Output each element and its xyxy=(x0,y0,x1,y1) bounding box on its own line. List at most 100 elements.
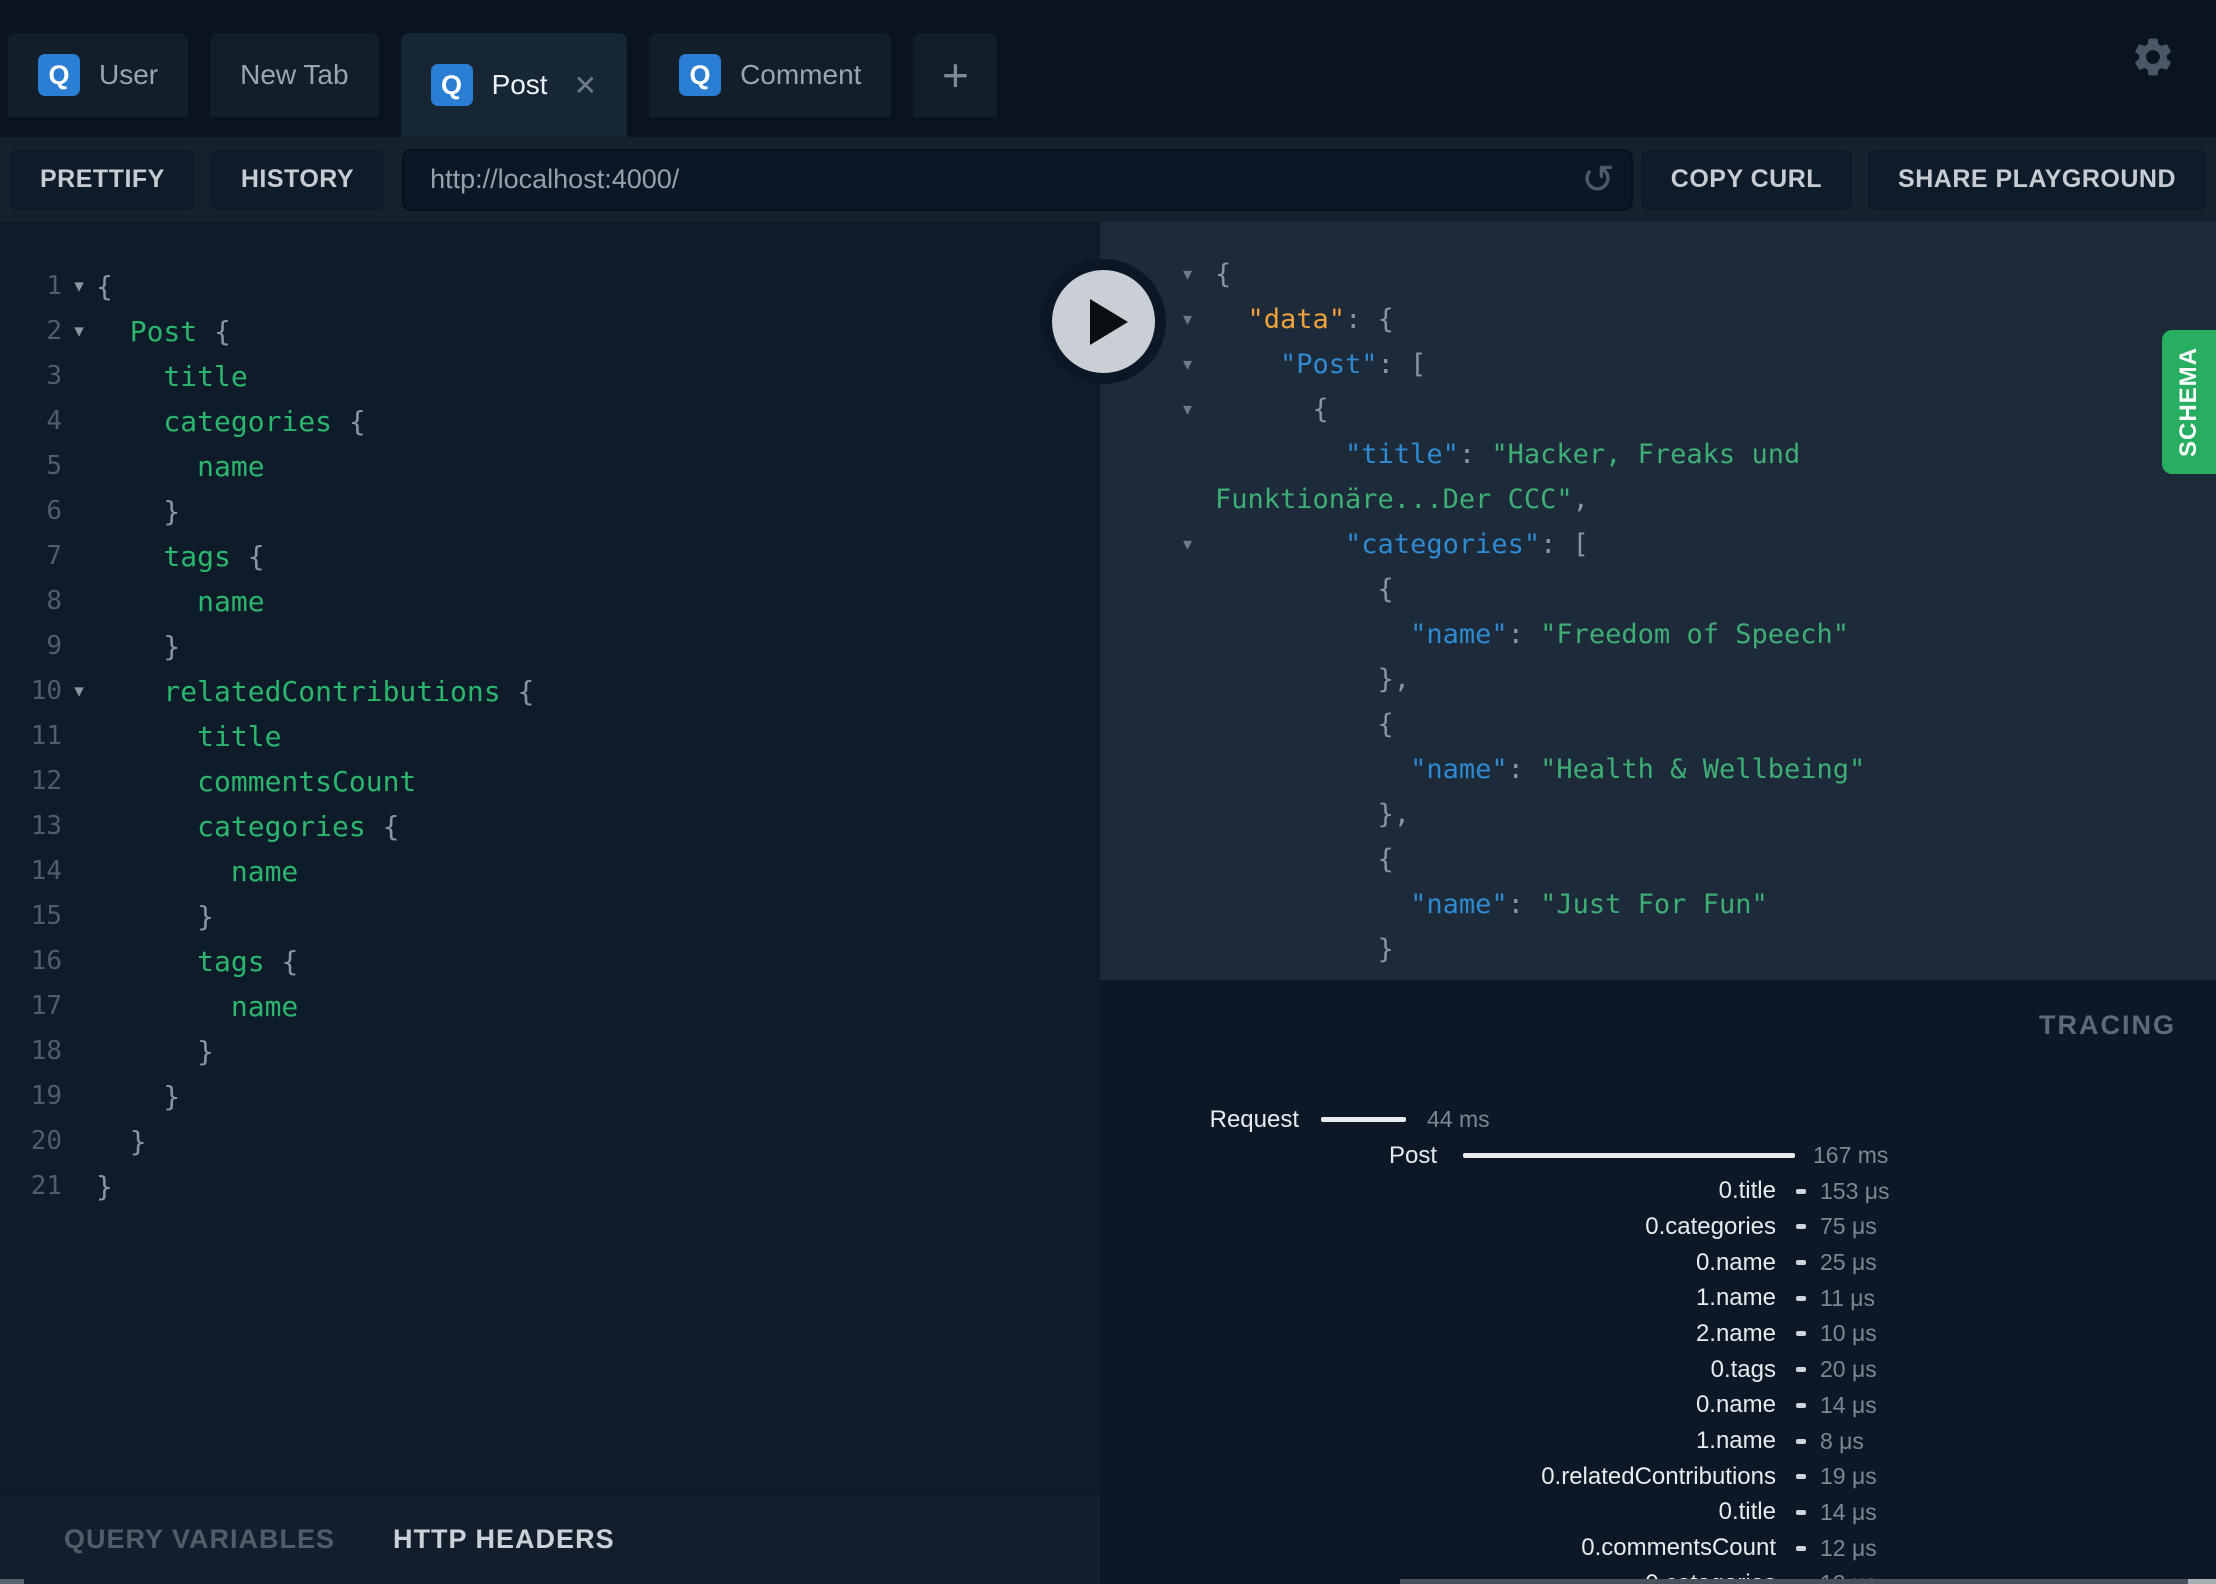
history-button[interactable]: HISTORY xyxy=(210,149,385,210)
token: } xyxy=(96,630,181,663)
token: { xyxy=(1215,574,1394,605)
tab-comment[interactable]: Q Comment xyxy=(649,33,892,117)
http-headers-tab[interactable]: HTTP HEADERS xyxy=(393,1524,615,1555)
token: }, xyxy=(1215,664,1411,695)
fold-arrow-icon[interactable]: ▾ xyxy=(62,669,96,714)
query-badge: Q xyxy=(679,54,722,96)
token: name xyxy=(96,585,265,618)
editor-line: 21} xyxy=(0,1164,1100,1209)
tracing-row: 0.categories 75 μs xyxy=(1100,1209,2216,1245)
tab-post[interactable]: Q Post ✕ xyxy=(400,33,628,137)
tracing-field-label: 0.name xyxy=(1695,1391,1776,1419)
endpoint-url-input[interactable]: http://localhost:4000/ ↺ xyxy=(402,148,1633,211)
collapse-arrow-icon[interactable]: ▾ xyxy=(1183,342,1192,387)
horizontal-scrollbar-left[interactable] xyxy=(0,1579,24,1584)
prettify-button[interactable]: PRETTIFY xyxy=(10,149,195,210)
line-code: title xyxy=(96,354,247,399)
horizontal-scrollbar[interactable] xyxy=(1400,1579,2216,1584)
fold-arrow-empty xyxy=(62,939,96,984)
tracing-duration-value: 19 μs xyxy=(1820,1463,1877,1490)
token: : xyxy=(1507,619,1541,650)
collapse-arrow-icon[interactable]: ▾ xyxy=(1183,387,1192,432)
response-line: { xyxy=(1215,702,2216,747)
token: "name" xyxy=(1410,754,1508,785)
token: } xyxy=(96,1035,215,1068)
editor-bottom-bar: QUERY VARIABLES HTTP HEADERS xyxy=(0,1495,1100,1584)
response-line: ] xyxy=(1215,972,2216,980)
response-line: { xyxy=(1215,567,2216,612)
editor-line: 18 } xyxy=(0,1029,1100,1074)
token: { xyxy=(1215,394,1329,425)
line-code: commentsCount xyxy=(96,759,416,804)
line-code: categories { xyxy=(96,804,399,849)
tracing-duration-value: 11 μs xyxy=(1820,1284,1876,1311)
response-line: "name": "Health & Wellbeing" xyxy=(1215,747,2216,792)
copy-curl-button[interactable]: COPY CURL xyxy=(1640,149,1853,210)
tracing-title: TRACING xyxy=(2039,1010,2176,1040)
token: }, xyxy=(1215,799,1411,830)
query-editor[interactable]: 1 ▾{2 ▾ Post {3 title 4 categories {5 name 6… xyxy=(0,222,1100,1495)
token: } xyxy=(96,1170,113,1203)
token: Funktionäre...Der CCC" xyxy=(1215,484,1573,515)
tracing-duration-dash xyxy=(1796,1188,1806,1194)
tracing-field-label: 2.name xyxy=(1695,1319,1776,1347)
token: { xyxy=(247,540,265,573)
tracing-duration-value: 75 μs xyxy=(1820,1213,1877,1240)
fold-arrow-icon[interactable]: ▾ xyxy=(62,264,96,309)
line-code: Post { xyxy=(96,309,231,354)
collapse-arrow-icon[interactable]: ▾ xyxy=(1183,297,1192,342)
tracing-duration-dash xyxy=(1796,1545,1806,1551)
schema-side-tab[interactable]: SCHEMA xyxy=(2162,330,2216,474)
fold-arrow-empty xyxy=(62,1119,96,1164)
line-number: 16 xyxy=(30,946,62,976)
token: title xyxy=(96,720,282,753)
tab-label: Comment xyxy=(740,59,862,90)
token: categories xyxy=(96,405,349,438)
close-icon[interactable]: ✕ xyxy=(574,69,597,102)
tracing-duration-value: 44 ms xyxy=(1427,1106,1490,1133)
token: "Just For Fun" xyxy=(1540,889,1768,920)
tracing-duration-bar xyxy=(1463,1153,1795,1159)
fold-arrow-empty xyxy=(62,894,96,939)
tracing-field-label: Request xyxy=(1209,1105,1299,1133)
collapse-arrow-icon[interactable]: ▾ xyxy=(1183,252,1192,297)
tab-new-tab[interactable]: New Tab xyxy=(210,33,379,117)
fold-arrow-empty xyxy=(62,1029,96,1074)
line-code: name xyxy=(96,579,265,624)
response-viewer[interactable]: ▾{▾ "data": {▾ "Post": [▾ { "title": "Ha… xyxy=(1100,222,2216,980)
query-variables-tab[interactable]: QUERY VARIABLES xyxy=(64,1524,335,1555)
execute-query-button[interactable] xyxy=(1041,259,1166,384)
line-number: 20 xyxy=(30,1126,62,1156)
token: { xyxy=(517,675,535,708)
new-tab-button[interactable]: + xyxy=(913,33,998,117)
endpoint-url-value: http://localhost:4000/ xyxy=(430,164,680,194)
fold-arrow-empty xyxy=(62,624,96,669)
tab-user[interactable]: Q User xyxy=(8,33,189,117)
line-number: 15 xyxy=(30,901,62,931)
token: } xyxy=(1215,934,1394,965)
share-playground-button[interactable]: SHARE PLAYGROUND xyxy=(1868,149,2206,210)
fold-arrow-empty xyxy=(62,984,96,1029)
tracing-row: 0.relatedContributions 19 μs xyxy=(1100,1459,2216,1495)
line-number: 8 xyxy=(46,586,62,616)
editor-line: 14 name xyxy=(0,849,1100,894)
line-code: categories { xyxy=(96,399,365,444)
fold-arrow-empty xyxy=(62,804,96,849)
fold-arrow-empty xyxy=(62,444,96,489)
editor-line: 11 title xyxy=(0,714,1100,759)
tracing-duration-dash xyxy=(1796,1367,1806,1373)
token: "categories" xyxy=(1345,529,1541,560)
refresh-schema-icon[interactable]: ↺ xyxy=(1581,149,1615,211)
token: { xyxy=(1215,844,1394,875)
line-number: 1 xyxy=(46,271,62,301)
scrollbar-thumb[interactable] xyxy=(2188,1579,2216,1584)
fold-arrow-icon[interactable]: ▾ xyxy=(62,309,96,354)
tab-list: Q User New Tab Q Post ✕ Q Comment + xyxy=(8,33,998,137)
line-number: 19 xyxy=(30,1081,62,1111)
collapse-arrow-icon[interactable]: ▾ xyxy=(1183,522,1192,567)
tab-bar: Q User New Tab Q Post ✕ Q Comment + xyxy=(0,0,2216,137)
settings-gear-icon[interactable] xyxy=(2130,34,2176,80)
toolbar: PRETTIFY HISTORY http://localhost:4000/ … xyxy=(0,137,2216,222)
line-code: tags { xyxy=(96,534,265,579)
token: : [ xyxy=(1540,529,1589,560)
